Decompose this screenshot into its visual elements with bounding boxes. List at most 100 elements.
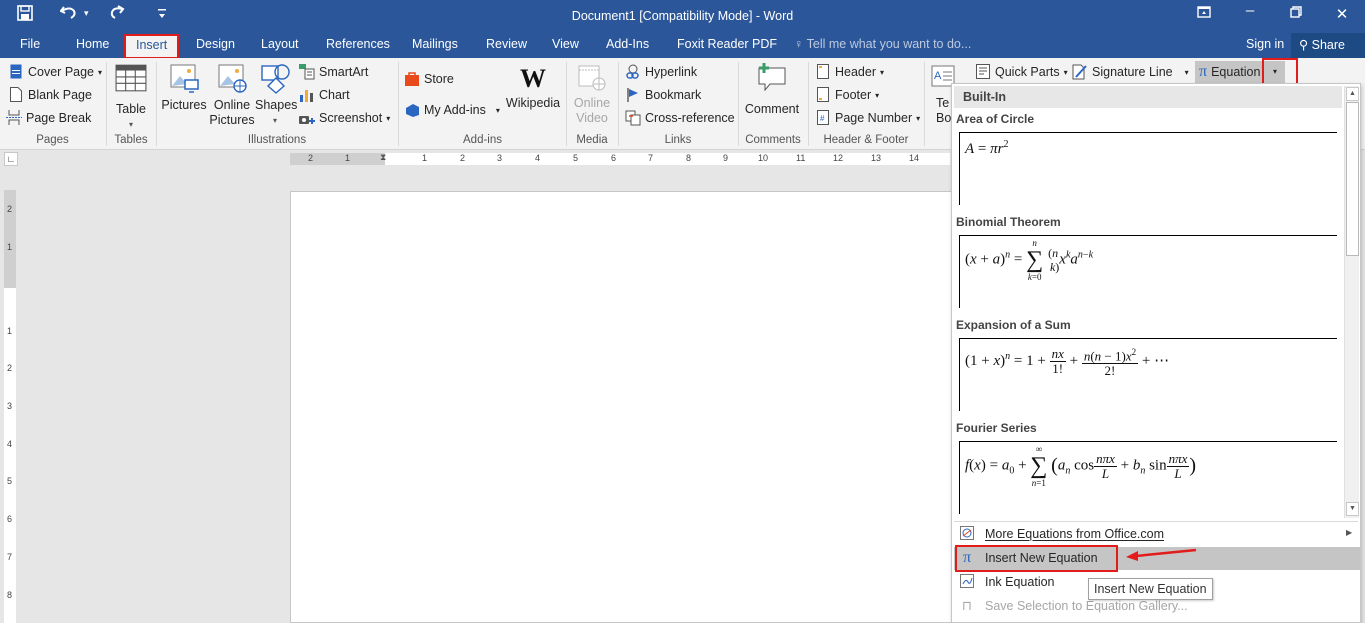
chart-button[interactable]: Chart — [299, 87, 350, 103]
tab-insert[interactable]: Insert — [123, 34, 180, 59]
tell-me-search[interactable]: ♀ Tell me what you want to do... — [794, 37, 971, 51]
pictures-icon — [170, 64, 199, 93]
cross-reference-button[interactable]: Cross-reference — [625, 110, 735, 126]
online-pictures-button[interactable]: Online Pictures — [208, 62, 256, 128]
indent-marker[interactable]: ⧗ — [380, 152, 390, 162]
gallery-scrollbar[interactable]: ▲ ▼ — [1344, 86, 1359, 518]
quick-parts-button[interactable]: Quick Parts ▾ — [975, 64, 1068, 80]
scroll-down-arrow[interactable]: ▼ — [1346, 502, 1359, 516]
header-button[interactable]: Header ▾ — [815, 64, 884, 80]
scroll-up-arrow[interactable]: ▲ — [1346, 87, 1359, 101]
cross-reference-icon — [625, 110, 641, 126]
group-label-pages: Pages — [36, 134, 69, 146]
cover-page-icon — [8, 64, 24, 80]
chart-icon — [299, 87, 315, 103]
ink-equation-icon — [959, 574, 975, 590]
store-icon — [404, 71, 420, 87]
equation-gallery-dropdown: Built-In Area of Circle A = πr2 Binomial… — [951, 83, 1361, 623]
group-label-tables: Tables — [114, 134, 148, 146]
hyperlink-icon — [625, 64, 641, 80]
ribbon-tabs: File Home Insert Design Layout Reference… — [0, 33, 1365, 59]
new-comment-icon — [758, 63, 786, 92]
chevron-down-icon: ▾ — [98, 67, 103, 77]
comment-button[interactable]: Comment — [742, 62, 802, 117]
equation-item-binomial-theorem[interactable]: (x + a)n = n ∑ k=0 (n k) xkan−k — [959, 235, 1337, 308]
tab-design[interactable]: Design — [196, 37, 235, 51]
footer-button[interactable]: Footer ▾ — [815, 87, 879, 103]
online-video-button[interactable]: Online Video — [570, 64, 614, 126]
group-label-links: Links — [664, 134, 692, 146]
table-button[interactable]: Table ▾ — [111, 62, 151, 132]
tab-home[interactable]: Home — [76, 37, 109, 51]
minimize-button[interactable]: – — [1235, 2, 1265, 19]
group-label-add-ins: Add-ins — [463, 134, 502, 146]
blank-page-icon — [8, 87, 24, 103]
scroll-thumb[interactable] — [1346, 102, 1359, 256]
person-add-icon: ⚲ — [1299, 38, 1309, 52]
annotation-highlight-box — [1262, 58, 1298, 85]
ruler-margin — [290, 153, 385, 165]
tab-add-ins[interactable]: Add-Ins — [606, 37, 649, 51]
tab-layout[interactable]: Layout — [261, 37, 299, 51]
equation-button[interactable]: π Equation — [1195, 61, 1265, 83]
pictures-button[interactable]: Pictures — [160, 62, 208, 113]
blank-page-button[interactable]: Blank Page — [8, 87, 92, 103]
equation-title: Expansion of a Sum — [956, 318, 1071, 332]
group-label-comments: Comments — [745, 134, 801, 146]
my-add-ins-button[interactable]: My Add-ins ▾ — [404, 102, 500, 118]
equation-title: Fourier Series — [956, 421, 1037, 435]
smartart-button[interactable]: SmartArt — [299, 64, 368, 80]
signature-line-icon — [1072, 64, 1088, 80]
store-button[interactable]: Store — [404, 71, 454, 87]
page-break-icon — [6, 110, 22, 126]
tab-foxit-reader-pdf[interactable]: Foxit Reader PDF — [677, 37, 777, 51]
signature-line-button[interactable]: Signature Line ▾ — [1072, 64, 1189, 80]
quick-parts-icon — [975, 64, 991, 80]
equation-item-expansion-of-a-sum[interactable]: (1 + x)n = 1 + nx 1! + n(n − 1)x2 2! + ⋯ — [959, 338, 1337, 411]
submenu-arrow-icon: ▶ — [1346, 528, 1353, 537]
menu-separator — [954, 521, 1358, 522]
tab-references[interactable]: References — [326, 37, 390, 51]
office-equations-icon — [959, 526, 975, 542]
tab-file[interactable]: File — [20, 37, 40, 51]
page-number-button[interactable]: # Page Number ▾ — [815, 110, 920, 126]
wikipedia-button[interactable]: W Wikipedia — [504, 66, 562, 111]
svg-text:A: A — [934, 70, 942, 82]
page-break-button[interactable]: Page Break — [6, 110, 91, 126]
restore-button[interactable] — [1281, 5, 1311, 22]
more-equations-menu-item[interactable]: More Equations from Office.com ▶ — [954, 523, 1360, 546]
footer-icon — [815, 87, 831, 103]
chevron-down-icon: ▾ — [495, 105, 500, 115]
close-button[interactable]: ✕ — [1327, 5, 1357, 23]
horizontal-ruler[interactable]: 2 1 ⧗ 1 2 3 4 5 6 7 8 9 10 11 12 13 14 — [290, 152, 950, 165]
smartart-icon — [299, 64, 315, 80]
window-title: Document1 [Compatibility Mode] - Word — [571, 9, 794, 23]
annotation-arrow-icon — [1126, 548, 1197, 561]
save-equation-icon: ⊓ — [961, 598, 973, 613]
tab-view[interactable]: View — [552, 37, 579, 51]
group-separator — [924, 62, 925, 146]
tooltip: Insert New Equation — [1088, 578, 1213, 600]
tab-review[interactable]: Review — [486, 37, 527, 51]
equation-item-fourier-series[interactable]: f(x) = a0 + ∞ ∑ n=1 (an cos nπx L + bn sin nπ… — [959, 441, 1337, 514]
ribbon-display-options-button[interactable] — [1189, 5, 1219, 22]
shapes-button[interactable]: Shapes ▾ — [255, 62, 297, 128]
lightbulb-icon: ♀ — [794, 37, 804, 51]
document-page[interactable] — [290, 191, 960, 623]
sign-in-link[interactable]: Sign in — [1246, 37, 1284, 51]
tab-mailings[interactable]: Mailings — [412, 37, 458, 51]
tab-selector-button[interactable]: ∟ — [4, 152, 18, 166]
vertical-ruler[interactable]: 2 1 1 2 3 4 5 6 7 8 — [4, 190, 16, 623]
equation-item-area-of-circle[interactable]: A = πr2 — [959, 132, 1337, 205]
my-add-ins-icon — [404, 102, 420, 118]
chevron-down-icon: ▾ — [386, 113, 391, 123]
chevron-down-icon: ▾ — [875, 90, 880, 100]
share-button[interactable]: ⚲ Share — [1291, 33, 1365, 58]
hyperlink-button[interactable]: Hyperlink — [625, 64, 697, 80]
screenshot-button[interactable]: Screenshot ▾ — [299, 110, 390, 126]
pi-icon: π — [1199, 63, 1208, 80]
group-label-header-footer: Header & Footer — [823, 134, 909, 146]
bookmark-button[interactable]: Bookmark — [625, 87, 701, 103]
chevron-down-icon: ▾ — [128, 120, 133, 129]
cover-page-button[interactable]: Cover Page ▾ — [8, 64, 102, 80]
